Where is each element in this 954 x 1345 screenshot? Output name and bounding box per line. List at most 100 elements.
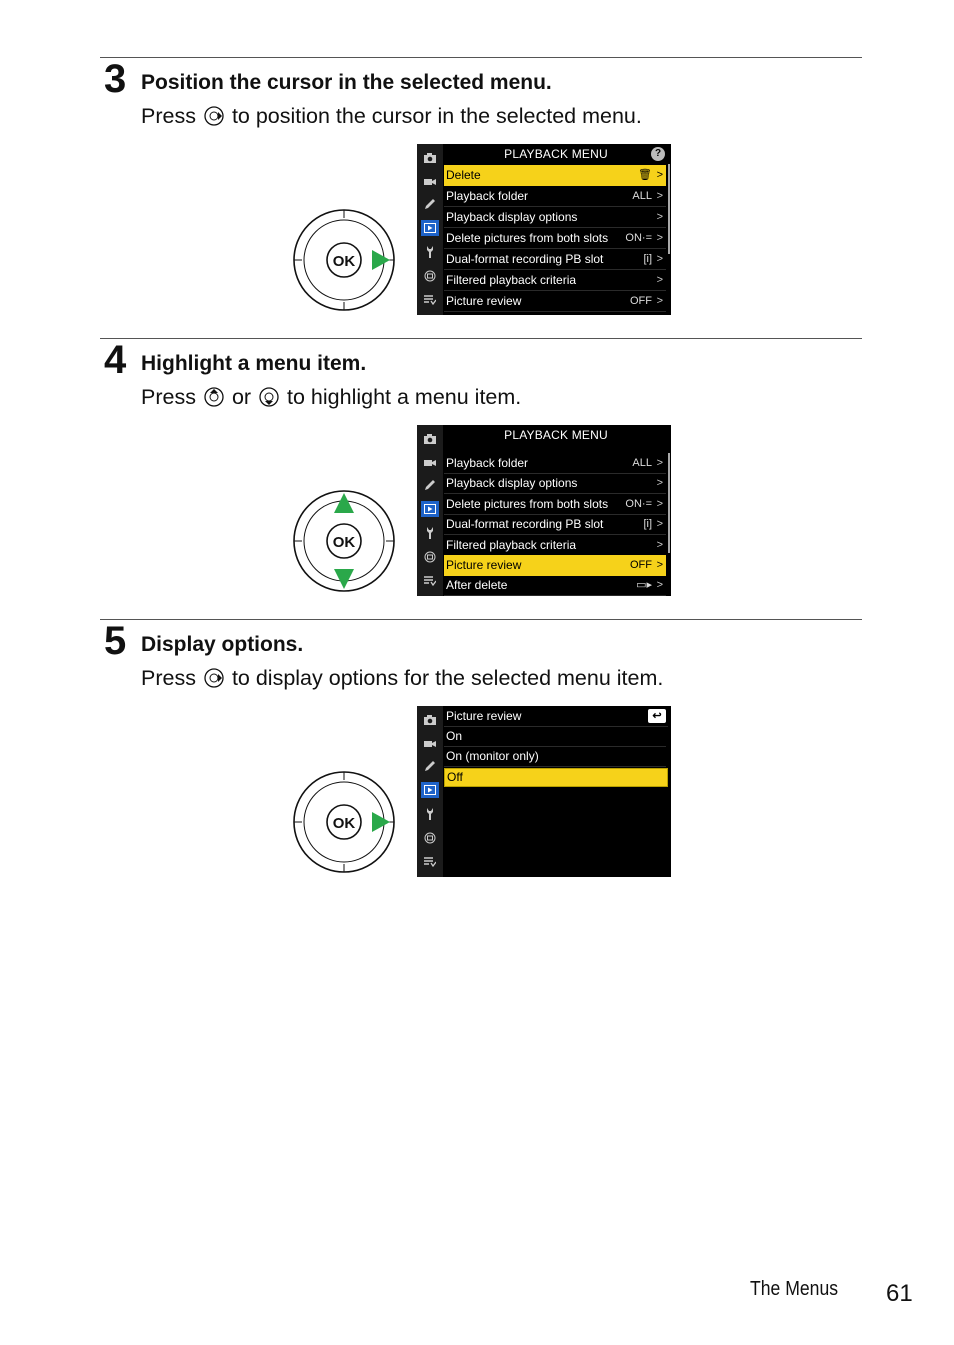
menu-item-after-delete[interactable]: After delete ▭▸ > (444, 575, 666, 596)
menu-sidebar (417, 425, 443, 596)
step-title: Position the cursor in the selected menu… (141, 71, 552, 94)
wrench-icon[interactable] (421, 525, 439, 541)
pencil-icon[interactable] (421, 758, 439, 774)
step-description: Press to display options for the selecte… (141, 666, 663, 691)
menu-item-label: Picture review (446, 294, 522, 308)
chevron-right-icon: > (656, 169, 663, 181)
menu-item-dual-format-slot[interactable]: Dual-format recording PB slot [i] > (444, 514, 666, 535)
multi-selector-dial: OK (293, 771, 395, 873)
menu-item-label: Playback display options (446, 476, 578, 490)
my-menu-icon[interactable] (421, 573, 439, 589)
menu-item-delete-both-slots[interactable]: Delete pictures from both slots ON·= > (444, 494, 666, 515)
camera-icon[interactable] (421, 431, 439, 447)
menu-item-picture-review[interactable]: Picture review OFF > (444, 291, 666, 312)
menu-item-label: Playback folder (446, 456, 529, 470)
menu-item-label: Filtered playback criteria (446, 538, 577, 552)
menu-item-value: OFF (630, 295, 652, 307)
scrollbar[interactable] (668, 164, 670, 254)
menu-item-filtered-playback[interactable]: Filtered playback criteria > (444, 270, 666, 291)
movie-icon[interactable] (421, 173, 439, 189)
multi-selector-up-icon (204, 387, 224, 407)
playback-icon[interactable] (421, 501, 439, 517)
step-description: Press to position the cursor in the sele… (141, 104, 642, 129)
my-menu-icon[interactable] (421, 854, 439, 870)
chevron-right-icon: > (656, 295, 663, 307)
divider (100, 338, 862, 339)
multi-selector-down-icon (259, 387, 279, 407)
wrench-icon[interactable] (421, 806, 439, 822)
menu-item-label: Delete pictures from both slots (446, 231, 609, 245)
trash-icon: 🗑 (638, 169, 652, 181)
section-name: The Menus (750, 1278, 839, 1300)
desc-before: Press (141, 666, 196, 690)
retouch-icon[interactable] (421, 549, 439, 565)
menu-item-playback-folder[interactable]: Playback folder ALL > (444, 186, 666, 207)
playback-icon[interactable] (421, 220, 439, 236)
pencil-icon[interactable] (421, 477, 439, 493)
ok-label: OK (333, 815, 356, 832)
chevron-right-icon: > (656, 457, 663, 469)
back-icon[interactable]: ↩ (648, 709, 666, 723)
option-label: On (monitor only) (446, 749, 539, 763)
menu-item-label: After delete (446, 578, 508, 592)
multi-selector-dial: OK (293, 209, 395, 311)
chevron-right-icon: > (656, 559, 663, 571)
my-menu-icon[interactable] (421, 292, 439, 308)
submenu-title: Picture review ↩ (444, 707, 668, 727)
menu-item-value: ON·= (625, 498, 652, 510)
option-on-monitor-only[interactable]: On (monitor only) (444, 747, 666, 767)
step-number: 3 (104, 57, 127, 101)
desc-before: Press (141, 104, 196, 128)
multi-selector-right-icon (204, 106, 224, 126)
menu-item-delete-both-slots[interactable]: Delete pictures from both slots ON·= > (444, 228, 666, 249)
page-number: 61 (886, 1280, 913, 1307)
menu-item-filtered-playback[interactable]: Filtered playback criteria > (444, 535, 666, 556)
ok-label: OK (333, 253, 356, 270)
menu-title: PLAYBACK MENU (504, 147, 608, 161)
menu-item-value: ▭▸ (636, 579, 652, 591)
help-icon[interactable]: ? (651, 147, 665, 161)
pencil-icon[interactable] (421, 196, 439, 212)
chevron-right-icon: > (656, 498, 663, 510)
step-title: Display options. (141, 633, 304, 656)
chevron-right-icon: > (656, 274, 663, 286)
menu-item-value: ON·= (625, 232, 652, 244)
playback-menu-screen: PLAYBACK MENU ? Delete 🗑 > Playback fold… (417, 144, 671, 315)
wrench-icon[interactable] (421, 244, 439, 260)
menu-item-value: [i] (643, 253, 652, 265)
desc-before: Press (141, 385, 196, 409)
playback-menu-screen: PLAYBACK MENU Playback folder ALL > Play… (417, 425, 671, 596)
scrollbar[interactable] (668, 453, 670, 553)
menu-item-label: Delete pictures from both slots (446, 497, 609, 511)
step-number: 5 (104, 619, 127, 663)
menu-item-value: ALL (632, 190, 652, 202)
option-on[interactable]: On (444, 727, 666, 747)
menu-sidebar (417, 144, 443, 315)
camera-icon[interactable] (421, 150, 439, 166)
option-label: On (446, 729, 463, 743)
menu-item-picture-review[interactable]: Picture review OFF > (444, 555, 666, 576)
menu-item-playback-display-options[interactable]: Playback display options > (444, 473, 666, 494)
step-number: 4 (104, 338, 127, 382)
option-label: Off (447, 770, 463, 784)
camera-icon[interactable] (421, 712, 439, 728)
menu-item-label: Filtered playback criteria (446, 273, 577, 287)
desc-after: to position the cursor in the selected m… (231, 104, 642, 128)
movie-icon[interactable] (421, 454, 439, 470)
movie-icon[interactable] (421, 735, 439, 751)
chevron-right-icon: > (656, 232, 663, 244)
menu-item-playback-display-options[interactable]: Playback display options > (444, 207, 666, 228)
picture-review-screen: Picture review ↩ On On (monitor only) Of… (417, 706, 671, 877)
menu-item-dual-format-slot[interactable]: Dual-format recording PB slot [i] > (444, 249, 666, 270)
menu-item-playback-folder[interactable]: Playback folder ALL > (444, 453, 666, 474)
chevron-right-icon: > (656, 518, 663, 530)
option-off[interactable]: Off (444, 768, 668, 787)
menu-item-value: OFF (630, 559, 652, 571)
retouch-icon[interactable] (421, 830, 439, 846)
playback-icon[interactable] (421, 782, 439, 798)
step-description: Press or to highlight a menu item. (141, 385, 521, 410)
desc-after: to highlight a menu item. (287, 385, 522, 409)
retouch-icon[interactable] (421, 268, 439, 284)
step-title: Highlight a menu item. (141, 352, 367, 375)
menu-item-delete[interactable]: Delete 🗑 > (444, 165, 666, 186)
